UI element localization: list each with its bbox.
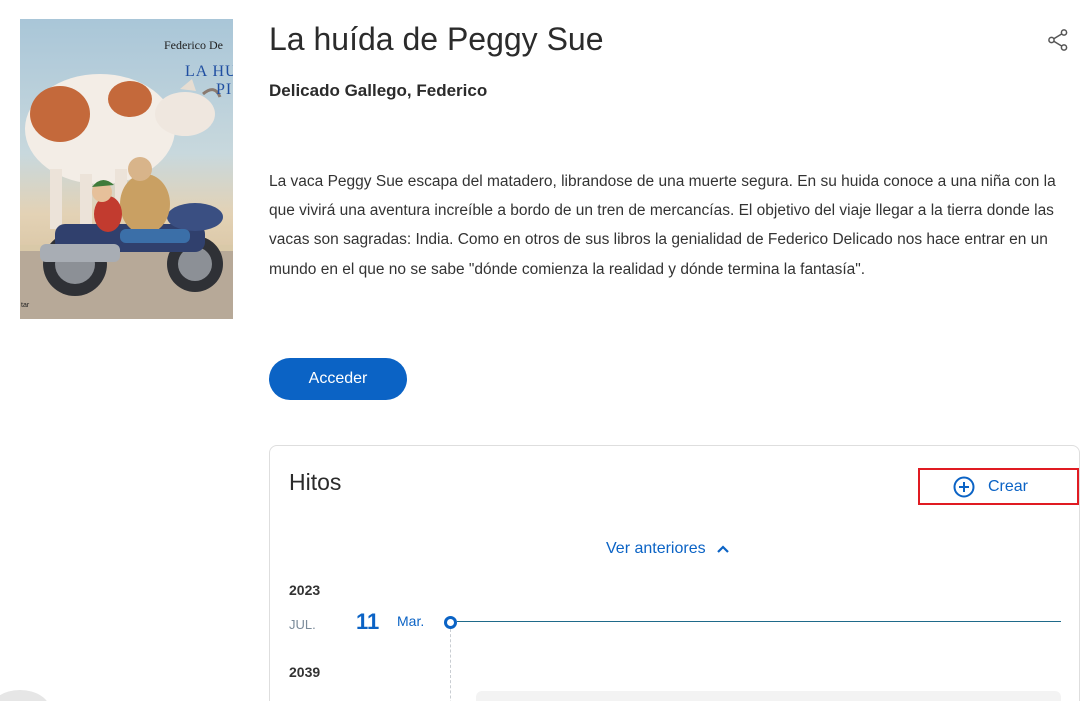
cover-author-text: Federico De — [164, 38, 223, 52]
plus-circle-icon — [953, 476, 975, 497]
cover-title-text: LA HU — [185, 63, 233, 80]
chevron-up-icon — [716, 545, 729, 553]
timeline-day: 11 — [356, 609, 380, 634]
see-previous-label: Ver anteriores — [606, 540, 706, 557]
share-button[interactable] — [1046, 28, 1070, 52]
timeline-connector — [450, 629, 451, 701]
book-description: La vaca Peggy Sue escapa del matadero, l… — [269, 173, 1056, 278]
timeline-dot — [444, 616, 457, 629]
see-previous-button[interactable]: Ver anteriores — [606, 540, 730, 558]
create-milestone-button[interactable]: Crear — [918, 468, 1079, 505]
milestone-card[interactable] — [476, 691, 1061, 701]
timeline-year-2: 2039 — [289, 664, 321, 680]
milestones-panel: Hitos Crear Ver anteriores 2023 JUL. 11 … — [269, 445, 1080, 701]
timeline-line — [457, 621, 1061, 622]
milestones-title: Hitos — [289, 469, 342, 495]
cover-title-text-2: PI — [216, 81, 233, 98]
timeline-weekday: Mar. — [397, 613, 425, 629]
access-button[interactable]: Acceder — [269, 358, 407, 400]
create-milestone-label: Crear — [988, 477, 1029, 495]
timeline-month: JUL. — [289, 617, 316, 632]
book-author: Delicado Gallego, Federico — [269, 81, 488, 100]
cover-small-text: tar — [21, 302, 30, 309]
timeline-year: 2023 — [289, 582, 321, 598]
page: Federico De LA HU PI tar La huída de Peg… — [0, 0, 1088, 701]
share-icon — [1048, 29, 1068, 51]
floating-widget[interactable] — [0, 690, 50, 701]
book-title: La huída de Peggy Sue — [269, 21, 604, 57]
book-cover-image: Federico De LA HU PI tar — [20, 19, 233, 319]
